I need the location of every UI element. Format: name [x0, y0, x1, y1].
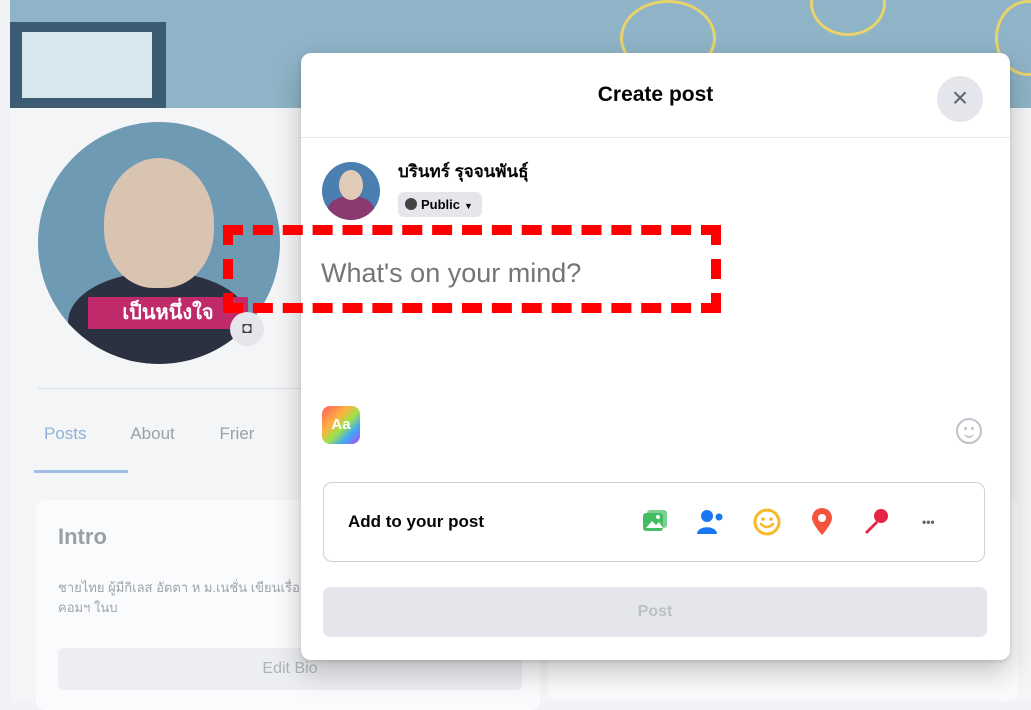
- tab-friends[interactable]: Frier: [220, 424, 255, 443]
- feeling-icon[interactable]: [752, 507, 782, 537]
- intro-bio-text: ชายไทย ผู้มีกิเลส อัตตา ห ม.เนชั่น เขียน…: [58, 580, 307, 615]
- close-button[interactable]: ×: [937, 76, 983, 122]
- avatar: [322, 162, 380, 220]
- check-in-icon[interactable]: [807, 507, 837, 537]
- caret-down-icon: ▼: [464, 201, 473, 211]
- post-button[interactable]: Post: [323, 587, 987, 637]
- cover-thumbnail: [10, 22, 166, 108]
- create-post-dialog: Create post × บรินทร์ รุจจนพันธุ์ Public…: [301, 53, 1010, 660]
- dialog-title: Create post: [597, 83, 714, 106]
- tab-about[interactable]: About: [130, 424, 174, 443]
- add-to-post-bar: Add to your post •••: [323, 482, 985, 562]
- dialog-header: Create post ×: [301, 53, 1010, 138]
- text-background-button[interactable]: Aa: [322, 406, 360, 444]
- post-composer-input[interactable]: [321, 248, 981, 298]
- emoji-icon[interactable]: [956, 418, 982, 444]
- profile-tabs: Posts About Frier: [44, 424, 294, 444]
- intro-title: Intro: [58, 524, 107, 549]
- user-name: บรินทร์ รุจจนพันธุ์: [398, 162, 529, 181]
- camera-icon[interactable]: ◘: [230, 312, 264, 346]
- active-tab-indicator: [34, 470, 128, 473]
- close-icon: ×: [951, 82, 969, 113]
- more-options-icon[interactable]: •••: [922, 507, 962, 537]
- profile-picture-banner: เป็นหนึ่งใจ: [88, 297, 248, 329]
- privacy-label: Public: [421, 197, 461, 212]
- tag-people-icon[interactable]: [695, 507, 725, 537]
- globe-icon: [405, 198, 417, 210]
- live-video-icon[interactable]: [860, 507, 890, 537]
- tab-posts[interactable]: Posts: [44, 424, 87, 443]
- photo-video-icon[interactable]: [639, 507, 669, 537]
- add-to-post-label: Add to your post: [348, 512, 484, 531]
- privacy-selector[interactable]: Public ▼: [398, 192, 482, 217]
